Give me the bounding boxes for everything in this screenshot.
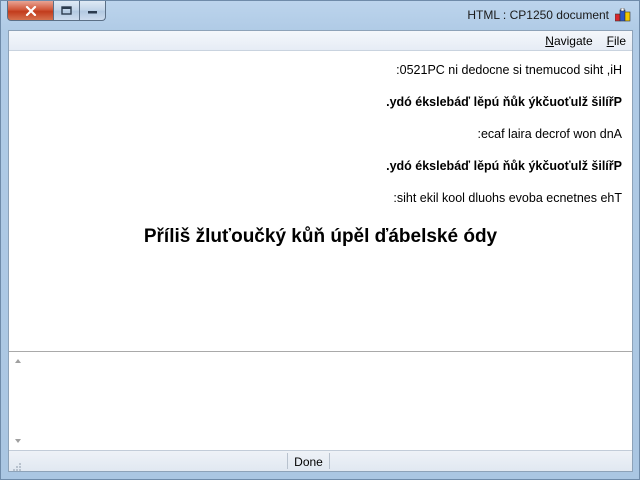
client-area: File Navigate Hi, this document is encod… bbox=[8, 30, 633, 472]
scroll-up-arrow-icon[interactable] bbox=[14, 357, 22, 365]
status-text: Done bbox=[294, 455, 323, 469]
title-bar[interactable]: HTML : CP1250 document bbox=[1, 1, 639, 29]
doc-line-expectation: The sentence above should look like this… bbox=[393, 191, 622, 205]
vertical-scrollbar[interactable] bbox=[11, 354, 25, 448]
window-title: HTML : CP1250 document bbox=[467, 8, 609, 22]
menu-bar: File Navigate bbox=[9, 31, 632, 51]
status-separator bbox=[329, 453, 330, 469]
menu-file[interactable]: File bbox=[607, 34, 626, 48]
doc-line-sample-bold: Příliš žluťoučký kůň úpěl ďábelské ódy. bbox=[386, 95, 622, 109]
resize-grip-icon[interactable] bbox=[12, 459, 22, 471]
doc-line-sample-arial: Příliš žluťoučký kůň úpěl ďábelské ódy. bbox=[386, 159, 622, 173]
maximize-button[interactable] bbox=[54, 1, 80, 21]
minimize-icon bbox=[87, 6, 98, 15]
status-bar: Done bbox=[9, 450, 632, 471]
scroll-down-arrow-icon[interactable] bbox=[14, 437, 22, 445]
caption-buttons bbox=[7, 1, 106, 22]
doc-heading: Příliš žluťoučký kůň úpěl ďábelské ódy bbox=[143, 226, 498, 247]
colored-blocks-icon bbox=[614, 7, 631, 22]
close-button[interactable] bbox=[7, 1, 54, 21]
close-icon bbox=[25, 5, 37, 16]
maximize-icon bbox=[61, 6, 72, 15]
edit-area[interactable] bbox=[27, 352, 632, 450]
doc-line-forced-face: And now forced arial face: bbox=[477, 127, 622, 141]
lower-edit-pane bbox=[9, 352, 632, 450]
menu-navigate[interactable]: Navigate bbox=[545, 34, 592, 48]
doc-line-intro: Hi, this document is encoded in CP1250: bbox=[396, 63, 622, 77]
app-window: HTML : CP1250 document File Navigate Hi,… bbox=[0, 0, 640, 480]
document-view[interactable]: Hi, this document is encoded in CP1250: … bbox=[9, 52, 632, 352]
minimize-button[interactable] bbox=[80, 1, 106, 21]
